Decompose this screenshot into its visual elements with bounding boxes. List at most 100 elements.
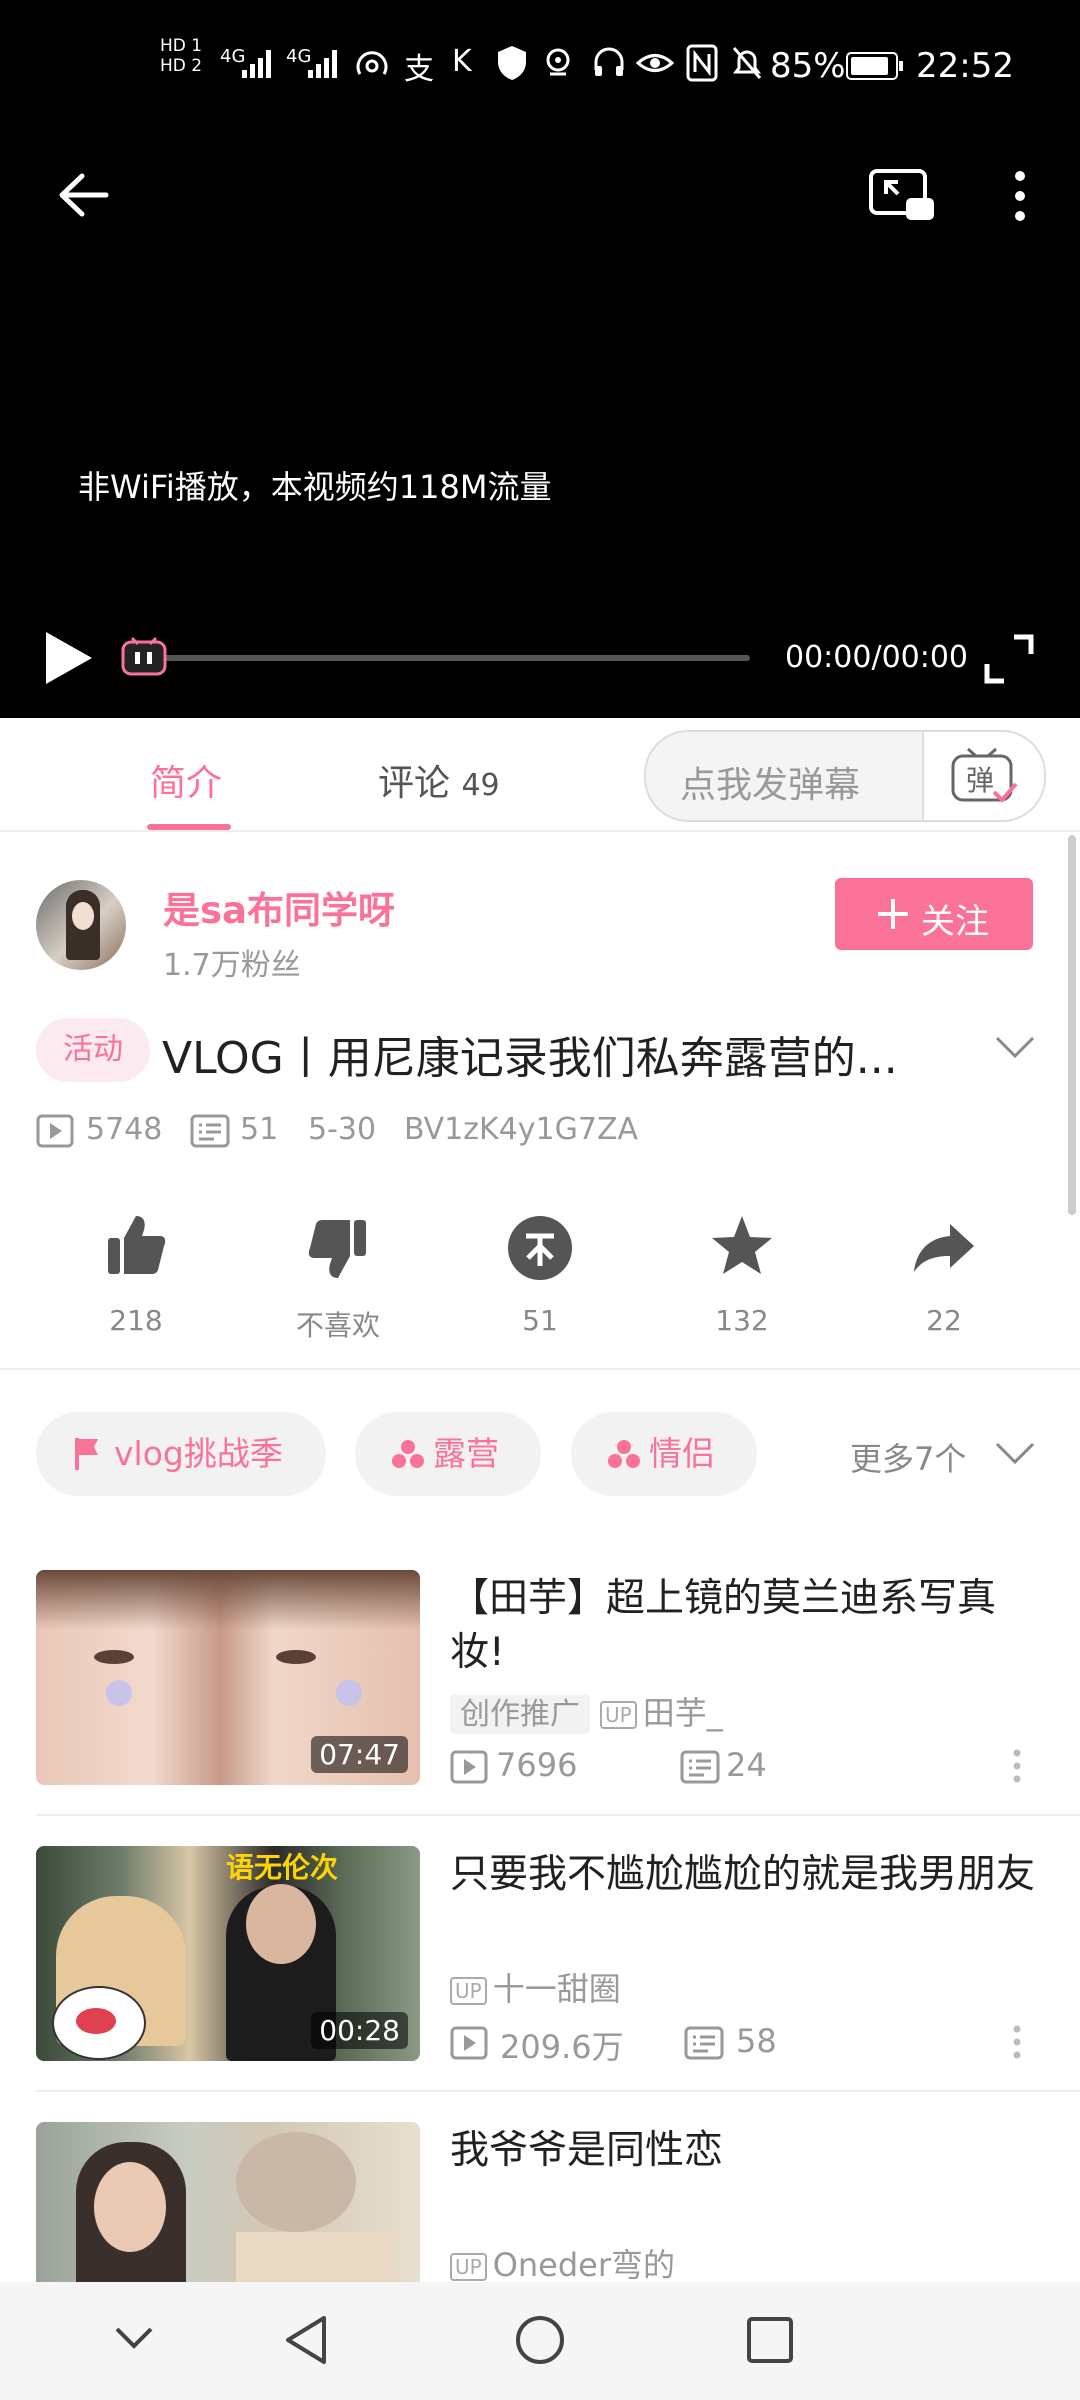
danmaku-count-icon [190, 1114, 230, 1148]
recommended-video-title: 我爷爷是同性恋 [450, 2128, 724, 2173]
views-icon [450, 2026, 488, 2060]
progress-thumb-tv-icon[interactable] [120, 636, 168, 678]
video-thumbnail: 07:47 [36, 1570, 420, 1785]
hotspot-icon [356, 51, 388, 75]
system-navigation-bar [0, 2282, 1080, 2400]
danmaku-toggle-button[interactable]: 弹 [922, 732, 1044, 820]
home-circle-icon[interactable] [514, 2314, 566, 2366]
recommended-video-uploader-line: UP 十一甜圈 [450, 1964, 621, 2010]
danmaku-count: 51 [240, 1112, 279, 1147]
danmaku-input[interactable]: 点我发弹幕 弹 [644, 730, 1046, 822]
progress-bar[interactable] [160, 655, 750, 661]
svg-text:弹: 弹 [966, 764, 994, 797]
video-duration: 07:47 [311, 1736, 408, 1773]
video-duration: 00:28 [311, 2012, 408, 2049]
like-count: 218 [109, 1304, 163, 1337]
thumbnail-caption: 语无伦次 [226, 1851, 339, 1884]
danmaku-placeholder: 点我发弹幕 [680, 765, 861, 806]
up-icon: UP [450, 2253, 487, 2281]
danmaku-count-icon [680, 1750, 720, 1784]
mute-bell-icon [732, 47, 762, 79]
coin-count: 51 [522, 1304, 558, 1337]
uploader-name: 十一甜圈 [492, 1970, 621, 2008]
active-tab-indicator [147, 824, 231, 830]
flag-icon [75, 1438, 98, 1470]
section-divider [0, 1368, 1080, 1370]
back-arrow-icon[interactable] [56, 170, 112, 220]
headphone-icon [594, 47, 624, 76]
item-menu-icon[interactable] [1012, 1748, 1022, 1784]
location-icon [546, 48, 570, 76]
hd-badges: HD 1 HD 2 [160, 36, 203, 76]
nfc-icon [686, 44, 718, 82]
recommended-video-1[interactable]: 07:47 【田芋】超上镜的莫兰迪系写真妆! 创作推广 UP 田芋_ 7696 24 [0, 1570, 1080, 1845]
tag-label: 露营 [433, 1434, 499, 1473]
uploader-name[interactable]: 是sa布同学呀 [163, 880, 395, 934]
view-count: 209.6万 [500, 2028, 624, 2066]
bvid: BV1zK4y1G7ZA [404, 1112, 639, 1147]
uploader-fans: 1.7万粉丝 [163, 948, 301, 983]
follow-label: 关注 [921, 902, 989, 942]
views-icon [36, 1114, 74, 1148]
clock: 22:52 [916, 46, 1014, 86]
dislike-label: 不喜欢 [295, 1309, 380, 1342]
play-icon[interactable] [42, 628, 96, 688]
uploader-name: Oneder弯的 [492, 2246, 676, 2282]
danmaku-count: 58 [736, 2022, 777, 2060]
coin-icon [508, 1216, 572, 1280]
tag-couple[interactable]: 情侣 [571, 1412, 757, 1496]
thumb-down-icon [308, 1220, 366, 1278]
more-tags-button[interactable]: 更多7个 [850, 1434, 966, 1480]
tag-label: 情侣 [649, 1434, 715, 1473]
collapse-chevron-icon[interactable] [114, 2326, 154, 2350]
uploader-avatar[interactable] [36, 880, 126, 970]
expand-chevron-icon[interactable] [994, 1034, 1036, 1060]
views-icon [450, 1750, 488, 1784]
recommended-video-2[interactable]: 语无伦次 00:28 只要我不尴尬尴尬的就是我男朋友 UP 十一甜圈 209.6万… [0, 1846, 1080, 2121]
promotion-badge: 创作推广 [450, 1695, 590, 1734]
danmaku-count-icon [684, 2026, 724, 2060]
recommended-video-uploader-line: 创作推广 UP 田芋_ [450, 1688, 723, 1734]
thumb-up-icon [108, 1216, 166, 1274]
recommended-video-uploader-line: UP Oneder弯的 [450, 2240, 675, 2282]
plus-icon [878, 899, 908, 929]
cast-screen-icon[interactable] [868, 168, 936, 224]
activity-badge[interactable]: 活动 [36, 1018, 150, 1082]
up-icon: UP [450, 1977, 487, 2005]
follow-button[interactable]: 关注 [835, 878, 1033, 950]
recents-square-icon[interactable] [746, 2316, 794, 2364]
recommended-video-3[interactable]: 我爷爷是同性恋 UP Oneder弯的 [0, 2122, 1080, 2282]
video-player[interactable]: HD 1 HD 2 4G 4G 支 K 85% 22:52 非WiFi播放，本视频… [0, 0, 1080, 718]
view-count: 5748 [86, 1112, 163, 1147]
tab-comments[interactable]: 评论 49 [378, 754, 500, 806]
uploader-name: 田芋_ [642, 1694, 723, 1732]
video-thumbnail [36, 2122, 420, 2282]
list-divider [36, 1814, 1080, 1816]
comment-count: 49 [461, 768, 500, 803]
signal-bars-2-icon [308, 50, 337, 78]
eye-icon [636, 54, 674, 72]
alipay-icon: 支 [404, 52, 434, 87]
tag-vlog-challenge[interactable]: vlog挑战季 [36, 1412, 326, 1496]
video-thumbnail: 语无伦次 00:28 [36, 1846, 420, 2061]
item-menu-icon[interactable] [1012, 2024, 1022, 2060]
view-count: 7696 [496, 1746, 578, 1784]
shield-icon [498, 46, 526, 80]
publish-date: 5-30 [308, 1112, 377, 1147]
tag-dots-icon [608, 1440, 640, 1468]
danmaku-count: 24 [726, 1746, 767, 1784]
list-divider [36, 2090, 1080, 2092]
playback-time: 00:00/00:00 [785, 640, 969, 675]
fullscreen-icon[interactable] [984, 634, 1034, 684]
data-usage-notice: 非WiFi播放，本视频约118M流量 [78, 468, 552, 506]
recommended-video-title: 只要我不尴尬尴尬的就是我男朋友 [450, 1852, 1036, 1897]
battery-percent: 85% [770, 46, 846, 86]
tab-intro[interactable]: 简介 [150, 754, 222, 806]
share-arrow-icon [914, 1224, 974, 1272]
more-tags-chevron-icon[interactable] [994, 1440, 1036, 1466]
scrollbar[interactable] [1068, 835, 1076, 1215]
battery-icon [846, 52, 903, 80]
more-options-icon[interactable] [1010, 168, 1030, 226]
tag-camping[interactable]: 露营 [355, 1412, 541, 1496]
back-triangle-icon[interactable] [284, 2314, 328, 2366]
